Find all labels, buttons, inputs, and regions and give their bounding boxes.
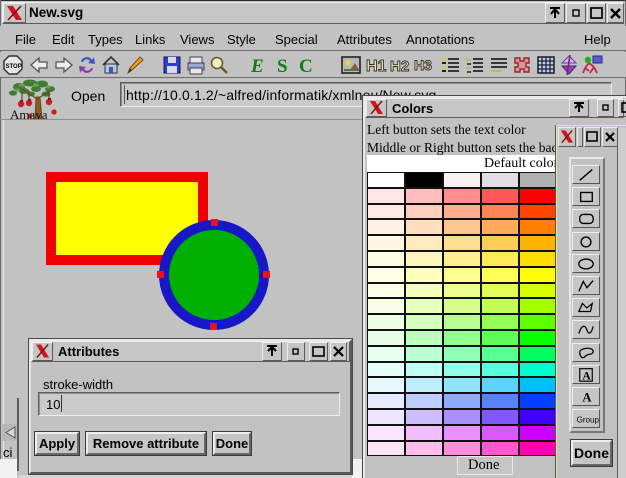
svg-text:S: S	[277, 56, 288, 76]
svg-text:A: A	[582, 390, 591, 404]
svg-text:H2: H2	[390, 58, 409, 75]
svg-text:E: E	[250, 56, 264, 76]
svg-text:A: A	[582, 369, 591, 382]
svg-text:STOP: STOP	[6, 64, 22, 70]
svg-text:H1: H1	[366, 58, 387, 75]
svg-text:Group: Group	[577, 416, 599, 425]
svg-text:H3: H3	[414, 57, 432, 73]
svg-text:C: C	[299, 56, 313, 76]
